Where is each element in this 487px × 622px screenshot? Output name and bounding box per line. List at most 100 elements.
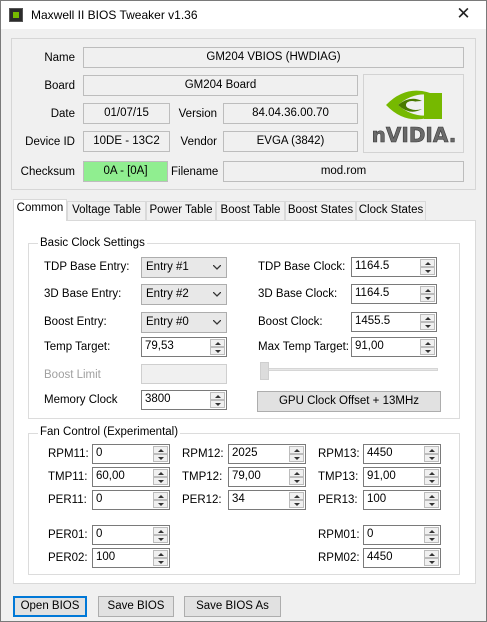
spin-down-button[interactable] <box>289 477 304 485</box>
clock-offset-slider-thumb[interactable] <box>260 362 269 380</box>
spin-up-button[interactable] <box>289 446 304 454</box>
rpm01-stepper[interactable]: 0 <box>363 525 441 545</box>
spin-up-button[interactable] <box>153 469 168 477</box>
rpm02-stepper[interactable]: 4450 <box>363 548 441 568</box>
tab-boost-table[interactable]: Boost Table <box>216 201 285 220</box>
triangle-up-icon <box>429 553 435 556</box>
tmp12-stepper[interactable]: 79,00 <box>228 467 306 487</box>
tdp-base-entry-value: Entry #1 <box>146 261 189 273</box>
3d-base-clock-value: 1164.5 <box>355 287 390 299</box>
board-label: Board <box>44 80 75 92</box>
spin-up-button[interactable] <box>153 527 168 535</box>
spin-up-button[interactable] <box>420 339 435 347</box>
triangle-up-icon <box>429 449 435 452</box>
spin-up-button[interactable] <box>420 286 435 294</box>
tmp13-stepper[interactable]: 91,00 <box>363 467 441 487</box>
3d-base-entry-select[interactable]: Entry #2 <box>141 284 227 305</box>
filename-field: mod.rom <box>223 161 464 182</box>
spin-down-button[interactable] <box>153 535 168 543</box>
triangle-down-icon <box>215 403 221 406</box>
tab-voltage-table[interactable]: Voltage Table <box>67 201 146 220</box>
tmp11-stepper[interactable]: 60,00 <box>92 467 170 487</box>
triangle-down-icon <box>158 480 164 483</box>
spin-down-button[interactable] <box>424 477 439 485</box>
temp-target-stepper[interactable]: 79,53 <box>141 337 227 357</box>
name-field: GM204 VBIOS (HWDIAG) <box>83 47 464 68</box>
spin-down-button[interactable] <box>424 535 439 543</box>
rpm13-stepper[interactable]: 4450 <box>363 444 441 464</box>
rpm12-stepper[interactable]: 2025 <box>228 444 306 464</box>
spin-up-button[interactable] <box>424 550 439 558</box>
rpm11-stepper[interactable]: 0 <box>92 444 170 464</box>
spin-up-button[interactable] <box>420 314 435 322</box>
spin-down-button[interactable] <box>289 500 304 508</box>
boost-entry-label: Boost Entry: <box>44 316 107 328</box>
memory-clock-stepper[interactable]: 3800 <box>141 390 227 410</box>
triangle-down-icon <box>425 325 431 328</box>
per12-stepper[interactable]: 34 <box>228 490 306 510</box>
spin-down-button[interactable] <box>210 400 225 408</box>
spin-up-button[interactable] <box>424 492 439 500</box>
triangle-up-icon <box>158 530 164 533</box>
spin-up-button[interactable] <box>424 446 439 454</box>
spin-down-button[interactable] <box>153 558 168 566</box>
spin-down-button[interactable] <box>153 477 168 485</box>
title-bar[interactable]: Maxwell II BIOS Tweaker v1.36 ✕ <box>1 1 486 29</box>
spin-down-button[interactable] <box>420 322 435 330</box>
close-button[interactable]: ✕ <box>441 1 486 29</box>
spin-down-button[interactable] <box>420 347 435 355</box>
spin-up-button[interactable] <box>210 392 225 400</box>
tab-common[interactable]: Common <box>13 199 67 221</box>
memory-clock-value: 3800 <box>145 393 171 405</box>
per13-stepper[interactable]: 100 <box>363 490 441 510</box>
open-bios-button[interactable]: Open BIOS <box>13 596 87 617</box>
max-temp-target-stepper[interactable]: 91,00 <box>351 337 437 357</box>
spin-down-button[interactable] <box>289 454 304 462</box>
gpu-clock-offset-button[interactable]: GPU Clock Offset + 13MHz <box>257 391 441 412</box>
tdp-base-entry-select[interactable]: Entry #1 <box>141 257 227 278</box>
spin-up-button[interactable] <box>153 492 168 500</box>
save-bios-button[interactable]: Save BIOS <box>98 596 174 617</box>
triangle-down-icon <box>158 538 164 541</box>
spin-down-button[interactable] <box>424 454 439 462</box>
triangle-down-icon <box>158 503 164 506</box>
spin-down-button[interactable] <box>420 294 435 302</box>
spin-up-button[interactable] <box>424 527 439 535</box>
triangle-up-icon <box>158 495 164 498</box>
save-bios-as-button[interactable]: Save BIOS As <box>184 596 281 617</box>
triangle-down-icon <box>215 350 221 353</box>
tab-power-table[interactable]: Power Table <box>146 201 216 220</box>
tab-clock-states[interactable]: Clock States <box>356 201 426 220</box>
triangle-down-icon <box>429 480 435 483</box>
spin-up-button[interactable] <box>289 469 304 477</box>
spin-down-button[interactable] <box>424 558 439 566</box>
triangle-up-icon <box>294 472 300 475</box>
boost-clock-stepper[interactable]: 1455.5 <box>351 312 437 332</box>
spin-down-button[interactable] <box>424 500 439 508</box>
rpm13-value: 4450 <box>367 447 393 459</box>
per11-stepper[interactable]: 0 <box>92 490 170 510</box>
3d-base-clock-label: 3D Base Clock: <box>258 288 338 300</box>
per13-value: 100 <box>367 493 387 505</box>
3d-base-clock-stepper[interactable]: 1164.5 <box>351 284 437 304</box>
spin-up-button[interactable] <box>424 469 439 477</box>
spin-down-button[interactable] <box>210 347 225 355</box>
spin-down-button[interactable] <box>420 267 435 275</box>
spin-up-button[interactable] <box>210 339 225 347</box>
spin-up-button[interactable] <box>289 492 304 500</box>
triangle-down-icon <box>158 457 164 460</box>
per02-stepper[interactable]: 100 <box>92 548 170 568</box>
boost-entry-select[interactable]: Entry #0 <box>141 312 227 333</box>
spin-up-button[interactable] <box>153 446 168 454</box>
spin-up-button[interactable] <box>420 259 435 267</box>
spin-down-button[interactable] <box>153 500 168 508</box>
spin-up-button[interactable] <box>153 550 168 558</box>
triangle-up-icon <box>215 342 221 345</box>
spin-down-button[interactable] <box>153 454 168 462</box>
tdp-base-clock-stepper[interactable]: 1164.5 <box>351 257 437 277</box>
vendor-field: EVGA (3842) <box>223 131 358 152</box>
basic-clock-title: Basic Clock Settings <box>38 237 147 249</box>
triangle-up-icon <box>294 495 300 498</box>
tab-boost-states[interactable]: Boost States <box>285 201 356 220</box>
per01-stepper[interactable]: 0 <box>92 525 170 545</box>
